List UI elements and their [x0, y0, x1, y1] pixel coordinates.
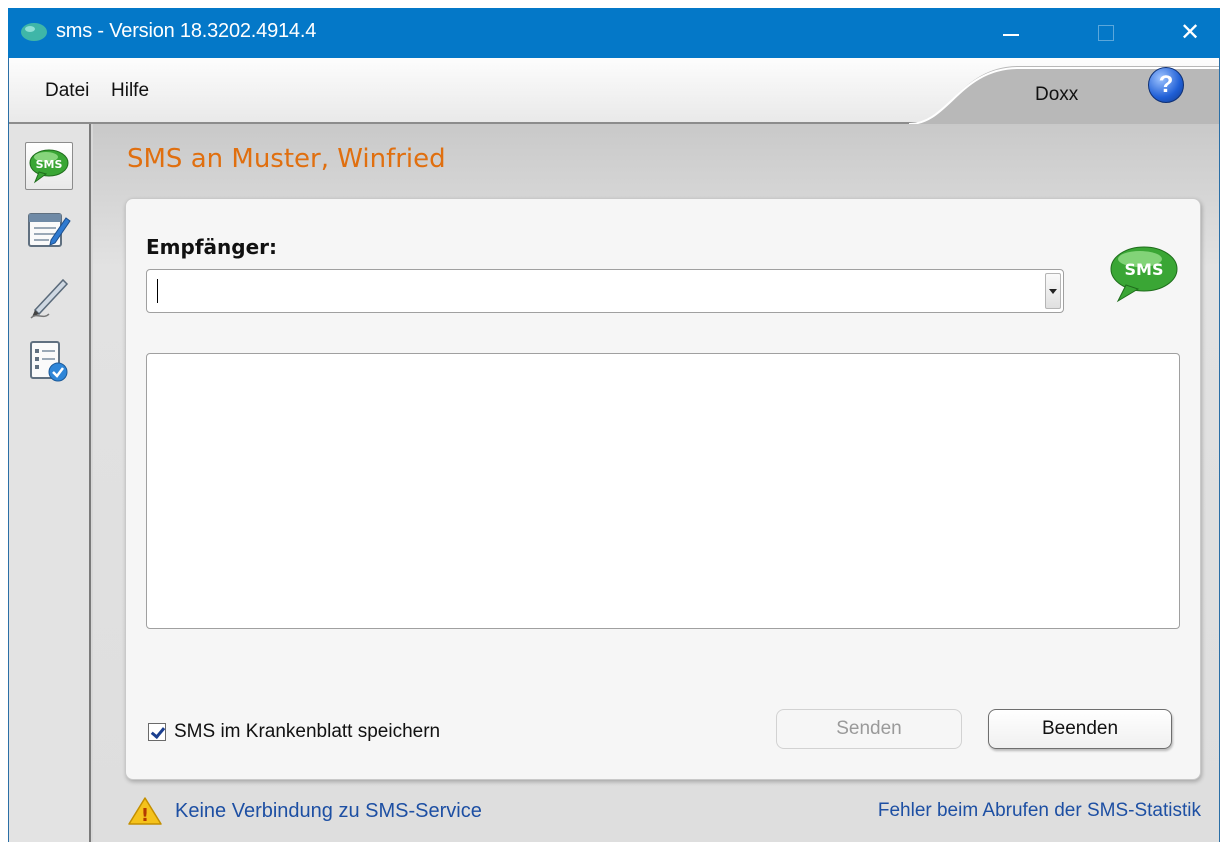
recipient-combobox[interactable]: [146, 269, 1064, 313]
save-to-record-checkbox[interactable]: [148, 723, 166, 741]
message-textarea[interactable]: [146, 353, 1180, 629]
page-title: SMS an Muster, Winfried: [127, 144, 446, 174]
content-area: SMS an Muster, Winfried Empfänger: SMS S…: [93, 124, 1219, 842]
status-connection[interactable]: ! Keine Verbindung zu SMS-Service: [127, 796, 482, 826]
sidebar-item-sign[interactable]: [25, 274, 73, 322]
save-to-record-checkbox-row[interactable]: SMS im Krankenblatt speichern: [148, 721, 440, 743]
close-icon: ✕: [1180, 18, 1201, 46]
status-statistics-link[interactable]: Fehler beim Abrufen der SMS-Statistik: [878, 800, 1201, 822]
app-window: Datei Hilfe Doxx ? SMS SMS an Muster, Wi…: [8, 58, 1220, 842]
recipient-dropdown-button[interactable]: [1045, 273, 1061, 309]
sidebar-item-form[interactable]: [25, 206, 73, 254]
user-name: Doxx: [1035, 84, 1079, 105]
send-button[interactable]: Senden: [776, 709, 962, 749]
edit-form-icon: [28, 213, 71, 247]
svg-text:SMS: SMS: [36, 158, 63, 171]
minimize-button[interactable]: [985, 8, 1047, 58]
maximize-button[interactable]: [1079, 8, 1141, 58]
text-caret: [157, 279, 158, 303]
sms-form-panel: Empfänger: SMS SMS im Krankenblatt speic…: [125, 198, 1201, 780]
sidebar: SMS: [9, 124, 91, 842]
sidebar-item-checklist[interactable]: [25, 338, 73, 386]
sms-badge-text: SMS: [1125, 260, 1164, 279]
checklist-icon: [30, 341, 68, 382]
warning-glyph: !: [141, 805, 149, 826]
status-connection-text[interactable]: Keine Verbindung zu SMS-Service: [175, 800, 482, 823]
app-logo-icon: [21, 23, 47, 41]
close-button[interactable]: Beenden: [988, 709, 1172, 749]
menu-datei[interactable]: Datei: [45, 80, 89, 102]
menu-hilfe[interactable]: Hilfe: [111, 80, 149, 102]
sms-badge-icon: SMS: [1110, 246, 1178, 303]
menu-bar: Datei Hilfe Doxx ?: [9, 58, 1219, 124]
sms-bubble-icon: SMS: [29, 149, 69, 184]
window-title: sms - Version 18.3202.4914.4: [56, 20, 317, 42]
help-button[interactable]: ?: [1148, 67, 1184, 103]
close-window-button[interactable]: ✕: [1158, 8, 1220, 58]
pen-signature-icon: [30, 278, 69, 319]
sidebar-item-sms[interactable]: SMS: [25, 142, 73, 190]
warning-icon: !: [128, 797, 162, 826]
recipient-label: Empfänger:: [146, 235, 277, 259]
help-icon: ?: [1158, 71, 1174, 98]
title-bar: sms - Version 18.3202.4914.4 ✕: [8, 8, 1220, 58]
save-to-record-label[interactable]: SMS im Krankenblatt speichern: [174, 721, 440, 743]
